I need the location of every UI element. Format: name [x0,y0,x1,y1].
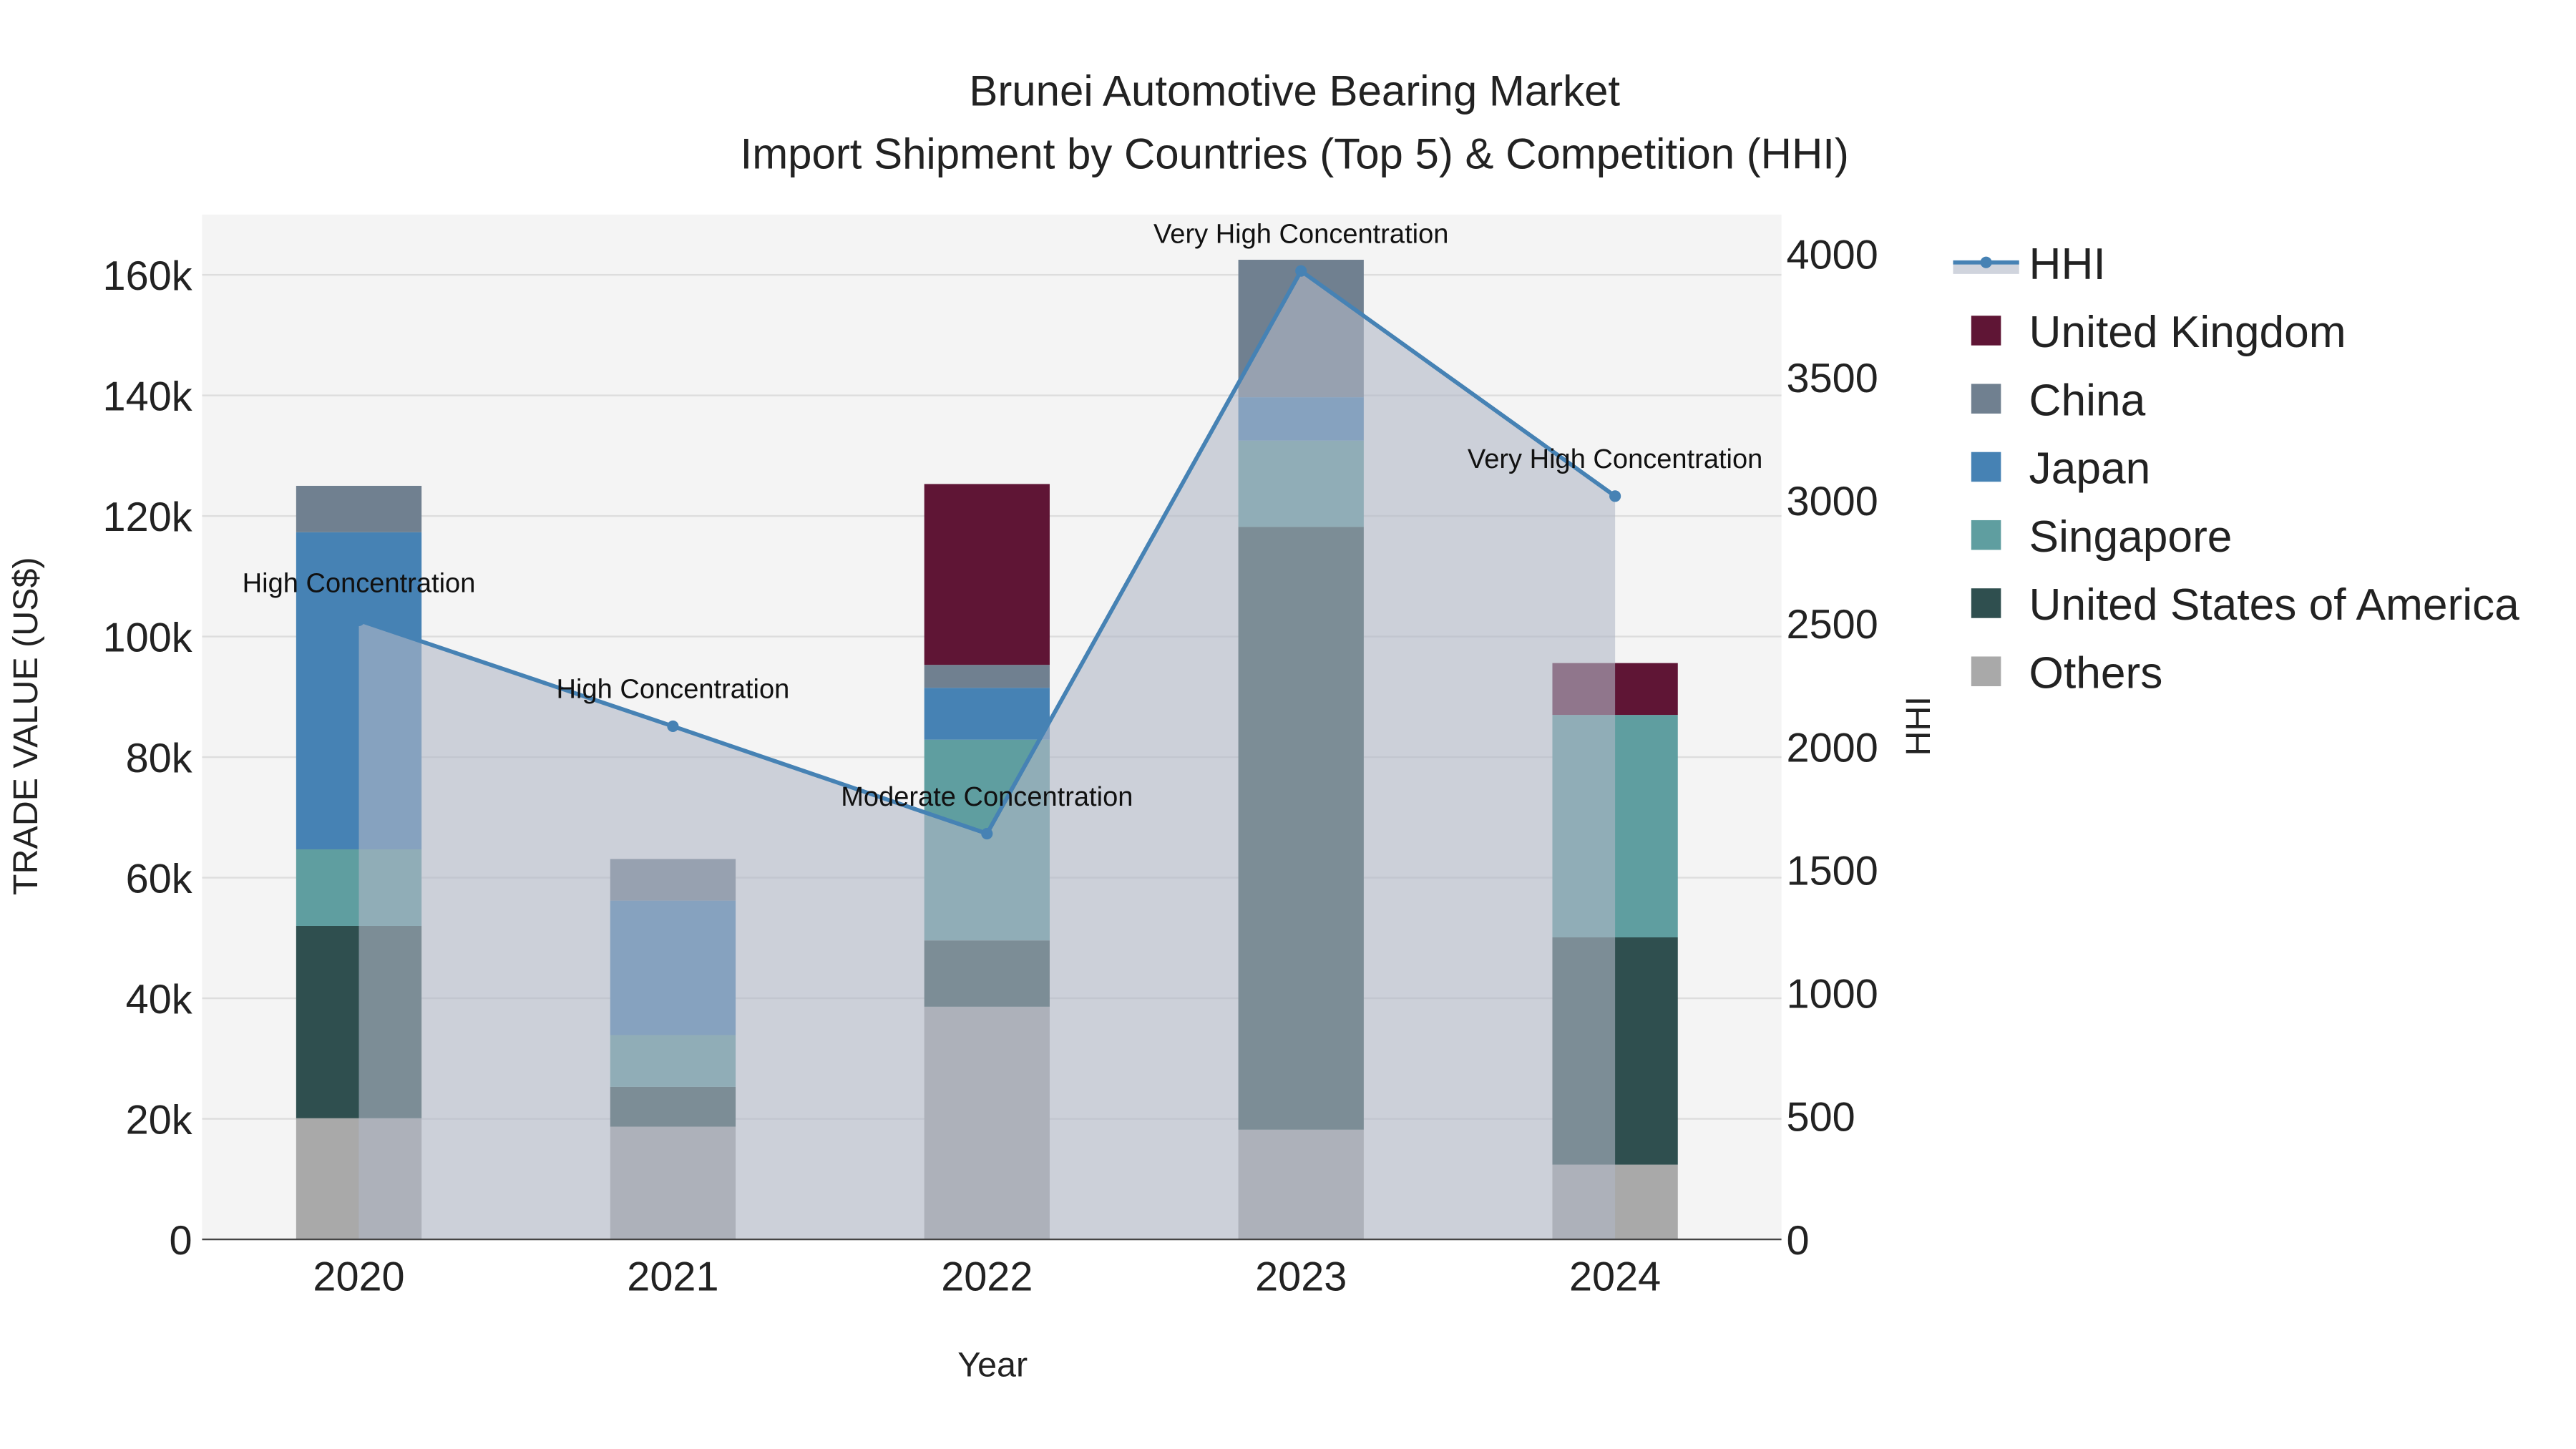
y-tick-label: 60k [126,856,192,902]
y-tick-label: 100k [103,615,192,660]
x-tick-label: 2022 [941,1254,1033,1300]
x-tick-label: 2023 [1255,1254,1347,1300]
bar-china [296,485,422,532]
legend-label: Others [2029,648,2163,698]
y-tick-label: 20k [126,1097,192,1143]
y-tick-label: 140k [103,374,192,419]
y-tick-label: 160k [103,253,192,299]
legend-swatch [1971,384,2001,414]
y2-tick-label: 2500 [1787,602,1878,648]
y-axis-label: TRADE VALUE (US$) [6,557,45,895]
y-axis-ticks: 0 20k 40k 60k 80k 100k 120k 140k 160k [103,253,192,1264]
legend-swatch [1971,588,2001,618]
y2-tick-label: 500 [1787,1095,1855,1141]
chart-subtitle: Import Shipment by Countries (Top 5) & C… [741,130,1849,177]
y2-tick-label: 1000 [1787,972,1878,1018]
hhi-point [667,720,679,732]
legend-swatch [1971,656,2001,686]
legend-marker-hhi [1980,256,1992,268]
annotation-label: Moderate Concentration [841,782,1133,812]
chart: High Concentration High Concentration Mode… [6,67,2519,1385]
x-axis-label: Year [957,1346,1028,1385]
hhi-point [1295,265,1307,277]
bar-china [924,665,1050,688]
y-tick-label: 120k [103,494,192,540]
y2-tick-label: 2000 [1787,725,1878,771]
legend-swatch [1971,316,2001,346]
legend-label: United Kingdom [2029,308,2346,357]
y2-tick-label: 4000 [1787,233,1878,278]
annotation-label: Very High Concentration [1468,444,1762,474]
bar-japan [924,688,1050,740]
y2-tick-label: 0 [1787,1218,1810,1264]
chart-title: Brunei Automotive Bearing Market [969,67,1620,115]
annotation-label: High Concentration [243,569,476,599]
y-tick-label: 40k [126,977,192,1023]
legend-label: Singapore [2029,512,2233,562]
y2-axis-label: HHI [1899,696,1938,756]
y-tick-label: 80k [126,736,192,781]
legend-label: Japan [2029,444,2151,494]
x-axis-ticks: 2020 2021 2022 2023 2024 [313,1254,1661,1300]
legend-label: HHI [2029,240,2106,289]
x-tick-label: 2024 [1569,1254,1661,1300]
y2-tick-label: 3000 [1787,479,1878,525]
legend-swatch [1971,519,2001,550]
legend: HHI United Kingdom China Japan Singapore Unit… [1953,240,2519,698]
legend-label: United States of America [2029,580,2520,630]
y-tick-label: 0 [170,1218,192,1264]
annotation-label: Very High Concentration [1153,219,1448,249]
bar-united-kingdom [924,484,1050,665]
annotation-label: High Concentration [557,675,790,705]
hhi-point [981,827,993,840]
y2-tick-label: 1500 [1787,848,1878,894]
hhi-point [1609,490,1621,502]
y2-tick-label: 3500 [1787,356,1878,401]
hhi-point [353,614,365,626]
x-tick-label: 2020 [313,1254,404,1300]
x-tick-label: 2021 [627,1254,718,1300]
y2-axis-ticks: 0 500 1000 1500 2000 2500 3000 3500 4000 [1787,233,1878,1264]
legend-label: China [2029,376,2146,425]
legend-swatch [1971,452,2001,482]
